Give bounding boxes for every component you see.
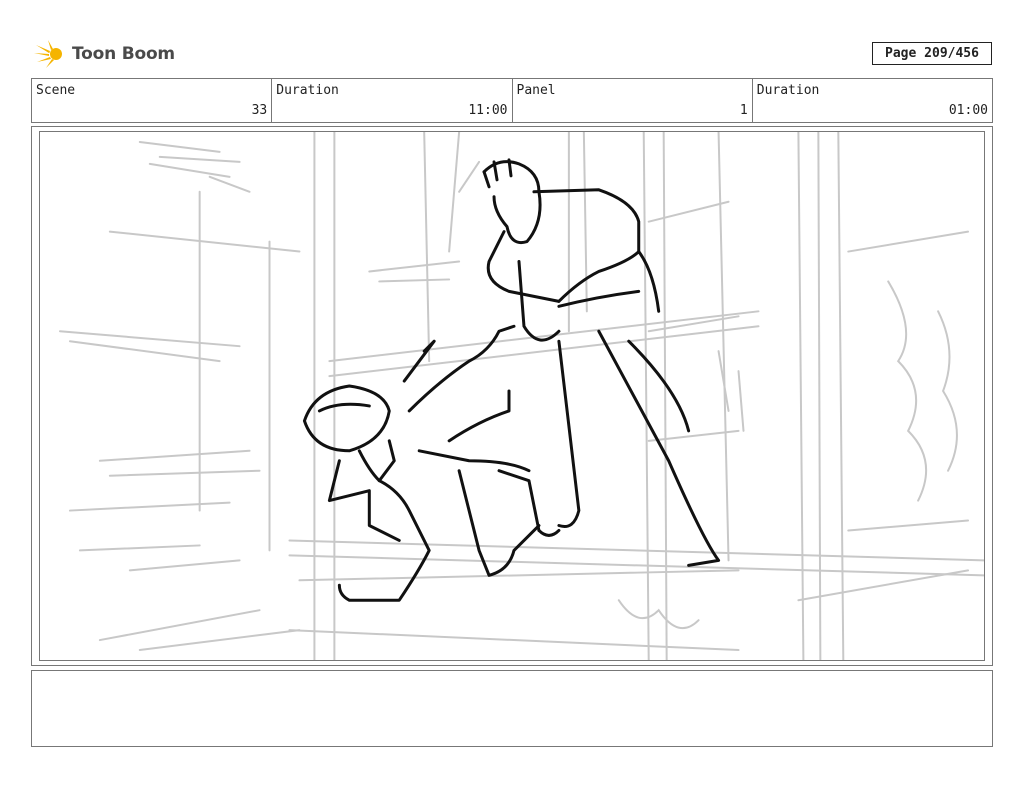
scene-value: 33 [251, 103, 268, 118]
panel-header: Scene 33 Duration 11:00 Panel 1 Duration… [31, 78, 993, 123]
scene-duration-label: Duration [276, 83, 339, 98]
storyboard-sketch-image [58, 132, 984, 660]
panel-drawing-frame [39, 131, 985, 661]
panel-duration-value: 01:00 [948, 103, 988, 118]
scene-cell: Scene 33 [32, 79, 273, 122]
panel-notes-box[interactable] [31, 670, 993, 747]
toon-boom-logo: Toon Boom [34, 38, 175, 70]
panel-duration-cell: Duration 01:00 [753, 79, 992, 122]
panel-cell: Panel 1 [513, 79, 753, 122]
panel-duration-label: Duration [756, 83, 820, 98]
panel-value: 1 [739, 103, 748, 118]
sun-icon [34, 40, 62, 68]
brand-name: Toon Boom [72, 44, 175, 64]
page-indicator: Page 209/456 [872, 42, 992, 65]
scene-label: Scene [36, 83, 76, 98]
panel-label: Panel [516, 83, 556, 98]
scene-duration-value: 11:00 [468, 103, 508, 118]
scene-duration-cell: Duration 11:00 [272, 79, 513, 122]
storyboard-panel [31, 126, 993, 666]
